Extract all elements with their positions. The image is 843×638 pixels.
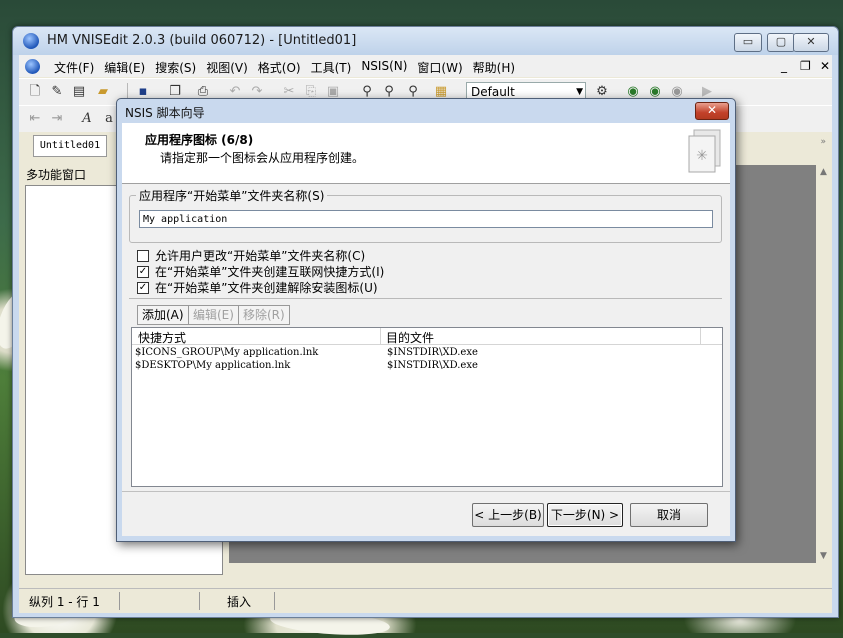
outdent-icon[interactable]: ⇥ bbox=[49, 111, 65, 127]
wizard-icon[interactable]: ✎ bbox=[49, 84, 65, 100]
mdi-minimize-button[interactable]: _ bbox=[781, 59, 787, 73]
wizard-step-subtitle: 请指定那一个图标会从应用程序创建。 bbox=[160, 151, 365, 165]
start-menu-folder-input[interactable]: My application bbox=[139, 210, 713, 228]
new-file-icon[interactable]: 🗋 bbox=[27, 84, 43, 100]
status-insert-mode: 插入 bbox=[227, 595, 252, 609]
next-button[interactable]: 下一步(N) > bbox=[547, 503, 623, 527]
dialog-close-button[interactable]: ✕ bbox=[695, 102, 729, 120]
window-title: HM VNISEdit 2.0.3 (build 060712) - [Unti… bbox=[47, 33, 357, 48]
style-combo-value: Default bbox=[471, 85, 515, 99]
create-internet-shortcut-checkbox[interactable]: ✓ 在“开始菜单”文件夹创建互联网快捷方式(I) bbox=[137, 263, 384, 280]
add-shortcut-button[interactable]: 添加(A) bbox=[137, 305, 189, 325]
close-button[interactable]: ✕ bbox=[793, 33, 829, 52]
title-bar[interactable]: HM VNISEdit 2.0.3 (build 060712) - [Unti… bbox=[13, 27, 838, 55]
svg-text:✳: ✳ bbox=[696, 148, 708, 164]
mdi-restore-button[interactable]: ❐ bbox=[800, 59, 811, 73]
row-target: $INSTDIR\XD.exe bbox=[387, 360, 478, 371]
shortcut-list[interactable]: 快捷方式 目的文件 $ICONS_GROUP\My application.ln… bbox=[131, 327, 723, 487]
checkmark-icon: ✓ bbox=[137, 265, 149, 278]
checkbox-unchecked-icon bbox=[137, 249, 149, 262]
font-icon[interactable]: A bbox=[79, 111, 95, 127]
divider bbox=[129, 298, 722, 299]
row-shortcut: $ICONS_GROUP\My application.lnk bbox=[135, 347, 319, 358]
status-position: 纵列 1 - 行 1 bbox=[29, 595, 100, 609]
create-uninstall-icon-label: 在“开始菜单”文件夹创建解除安装图标(U) bbox=[155, 281, 378, 295]
list-row[interactable]: $ICONS_GROUP\My application.lnk $INSTDIR… bbox=[135, 347, 715, 360]
menu-tools[interactable]: 工具(T) bbox=[306, 59, 357, 76]
scroll-up-icon[interactable]: ▲ bbox=[820, 167, 827, 177]
dialog-title: NSIS 脚本向导 bbox=[125, 106, 205, 120]
menu-help[interactable]: 帮助(H) bbox=[468, 59, 520, 76]
create-uninstall-icon-checkbox[interactable]: ✓ 在“开始菜单”文件夹创建解除安装图标(U) bbox=[137, 279, 378, 296]
footer-divider bbox=[122, 491, 730, 492]
menu-items: 文件(F) 编辑(E) 搜索(S) 视图(V) 格式(O) 工具(T) NSIS… bbox=[49, 59, 520, 76]
start-menu-folder-group: 应用程序“开始菜单”文件夹名称(S) My application bbox=[129, 187, 722, 243]
menu-bar: 文件(F) 编辑(E) 搜索(S) 视图(V) 格式(O) 工具(T) NSIS… bbox=[19, 55, 832, 77]
scroll-down-icon[interactable]: ▼ bbox=[820, 551, 827, 561]
column-shortcut[interactable]: 快捷方式 bbox=[138, 329, 186, 346]
menu-file[interactable]: 文件(F) bbox=[49, 59, 99, 76]
indent-icon[interactable]: ⇤ bbox=[27, 111, 43, 127]
menu-format[interactable]: 格式(O) bbox=[253, 59, 306, 76]
list-row[interactable]: $DESKTOP\My application.lnk $INSTDIR\XD.… bbox=[135, 360, 715, 373]
status-bar: 纵列 1 - 行 1 插入 bbox=[19, 588, 832, 613]
create-internet-shortcut-label: 在“开始菜单”文件夹创建互联网快捷方式(I) bbox=[155, 265, 385, 279]
lowercase-icon[interactable]: a bbox=[101, 111, 117, 127]
document-wizard-icon: ✳ bbox=[688, 129, 721, 173]
wizard-step-title: 应用程序图标 (6/8) bbox=[145, 133, 254, 147]
start-menu-folder-label: 应用程序“开始菜单”文件夹名称(S) bbox=[136, 187, 328, 204]
mdi-close-button[interactable]: ✕ bbox=[820, 59, 830, 73]
menu-nsis[interactable]: NSIS(N) bbox=[356, 59, 412, 76]
app-icon bbox=[23, 33, 39, 49]
column-target[interactable]: 目的文件 bbox=[386, 329, 434, 346]
vertical-scrollbar[interactable]: ▲ ▼ bbox=[816, 165, 832, 563]
row-target: $INSTDIR\XD.exe bbox=[387, 347, 478, 358]
tab-scroll-icon[interactable]: » bbox=[820, 137, 826, 147]
remove-shortcut-button[interactable]: 移除(R) bbox=[238, 305, 290, 325]
tab-untitled01[interactable]: Untitled01 bbox=[33, 135, 107, 157]
allow-change-folder-label: 允许用户更改“开始菜单”文件夹名称(C) bbox=[155, 249, 366, 263]
template-icon[interactable]: ▤ bbox=[71, 84, 87, 100]
allow-change-folder-checkbox[interactable]: 允许用户更改“开始菜单”文件夹名称(C) bbox=[137, 247, 365, 264]
cancel-button[interactable]: 取消 bbox=[630, 503, 708, 527]
maximize-button[interactable]: ▢ bbox=[767, 33, 795, 52]
edit-shortcut-button[interactable]: 编辑(E) bbox=[188, 305, 239, 325]
list-header: 快捷方式 目的文件 bbox=[132, 328, 722, 345]
row-shortcut: $DESKTOP\My application.lnk bbox=[135, 360, 291, 371]
dialog-body: 应用程序图标 (6/8) 请指定那一个图标会从应用程序创建。 ✳ 应用程序“开始… bbox=[122, 123, 730, 536]
checkmark-icon: ✓ bbox=[137, 281, 149, 294]
menu-window[interactable]: 窗口(W) bbox=[412, 59, 467, 76]
nsis-wizard-dialog: NSIS 脚本向导 ✕ 应用程序图标 (6/8) 请指定那一个图标会从应用程序创… bbox=[116, 98, 736, 542]
menu-view[interactable]: 视图(V) bbox=[201, 59, 253, 76]
menu-edit[interactable]: 编辑(E) bbox=[99, 59, 150, 76]
menu-search[interactable]: 搜索(S) bbox=[150, 59, 201, 76]
open-folder-icon[interactable]: ▰ bbox=[95, 84, 111, 100]
wizard-header: 应用程序图标 (6/8) 请指定那一个图标会从应用程序创建。 ✳ bbox=[122, 123, 730, 184]
back-button[interactable]: < 上一步(B) bbox=[472, 503, 544, 527]
document-menu-icon[interactable] bbox=[25, 59, 40, 74]
minimize-button[interactable]: ▭ bbox=[734, 33, 762, 52]
